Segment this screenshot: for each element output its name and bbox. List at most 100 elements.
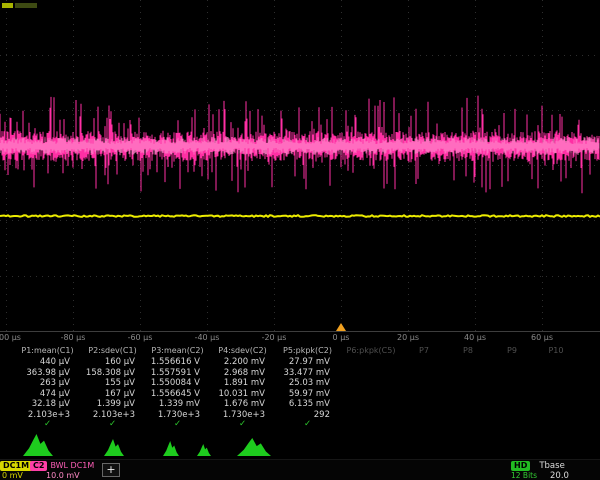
time-axis-label: 0 µs [333,333,350,342]
measure-header-2[interactable]: P2:sdev(C1) [80,345,145,357]
measure-value-cell [490,389,534,400]
measure-value-cell [340,378,402,389]
measure-value-cell: 2.103e+3 [15,410,80,421]
measure-table-row: 440 µV160 µV1.556616 V2.200 mV27.97 mV [0,357,600,368]
measure-table-header-row: P1:mean(C1)P2:sdev(C1)P3:mean(C2)P4:sdev… [0,345,600,357]
indicator-block [2,3,13,8]
c2-scale-value: 10.0 mV [30,471,94,480]
measure-value-cell: 440 µV [15,357,80,368]
waveform-display[interactable] [0,0,600,332]
measure-table-row: 32.18 µV1.399 µV1.339 mV1.676 mV6.135 mV [0,399,600,410]
measure-value-cell [340,368,402,379]
measure-value-cell: 2.200 mV [210,357,275,368]
measure-value-cell [534,357,578,368]
trigger-time-marker[interactable] [336,323,346,331]
indicator-block [15,3,37,8]
time-axis-label: -100 µs [0,333,21,342]
time-axis-label: 60 µs [531,333,553,342]
measure-value-cell [446,357,490,368]
waveform-svg [0,0,600,332]
measure-value-cell: 1.550084 V [145,378,210,389]
c2-descriptor[interactable]: C2BWL DC1M 10.0 mV [30,461,94,480]
measure-header-7[interactable]: P7 [402,345,446,357]
measure-value-cell: 155 µV [80,378,145,389]
histicon-svg [0,431,600,458]
measure-value-cell: 1.557591 V [145,368,210,379]
measure-value-cell: 1.676 mV [210,399,275,410]
measure-value-cell [534,378,578,389]
measure-value-cell [402,399,446,410]
histicon[interactable] [163,441,179,456]
measure-header-9[interactable]: P9 [490,345,534,357]
measure-header-1[interactable]: P1:mean(C1) [15,345,80,357]
measure-value-cell: 474 µV [15,389,80,400]
measure-value-cell: 158.308 µV [80,368,145,379]
measure-value-cell [402,389,446,400]
measure-value-cell [340,399,402,410]
measure-header-6[interactable]: P6:pkpk(C5) [340,345,402,357]
cursor-position-button[interactable]: + [102,463,120,477]
measure-value-cell: 59.97 mV [275,389,340,400]
c1-trace[interactable] [0,215,600,217]
measure-status-check: ✓ [15,420,80,429]
measure-value-cell: 1.730e+3 [145,410,210,421]
measure-value-cell: 6.135 mV [275,399,340,410]
measure-status-check: ✓ [275,420,340,429]
time-axis-label: -60 µs [128,333,153,342]
c2-coupling-label: BWL DC1M [47,461,94,470]
timebase-descriptor[interactable]: HDTbase 12 Bits20.0 [511,461,600,480]
c2-channel-badge: C2 [30,461,47,471]
measure-value-cell [490,368,534,379]
c2-trace[interactable] [0,96,599,194]
measure-value-cell: 1.399 µV [80,399,145,410]
histicon[interactable] [23,434,53,456]
measure-status-check [446,420,490,429]
measure-value-cell [402,378,446,389]
measure-header-10[interactable]: P10 [534,345,578,357]
measure-status-check [340,420,402,429]
measure-value-cell: 363.98 µV [15,368,80,379]
measure-value-cell [490,357,534,368]
time-axis-label: 40 µs [464,333,486,342]
measure-status-check: ✓ [80,420,145,429]
status-bar: DC1M 0 mV C2BWL DC1M 10.0 mV + HDTbase 1… [0,459,600,480]
measure-header-8[interactable]: P8 [446,345,490,357]
measure-header-5[interactable]: P5:pkpk(C2) [275,345,340,357]
measure-value-cell [340,389,402,400]
bit-resolution-label: 12 Bits [511,471,537,480]
timebase-scale-value: 20.0 [550,471,569,480]
measure-value-cell: 2.103e+3 [80,410,145,421]
measure-header-4[interactable]: P4:sdev(C2) [210,345,275,357]
measure-value-cell: 2.968 mV [210,368,275,379]
measure-status-check [402,420,446,429]
measure-status-check: ✓ [210,420,275,429]
oscilloscope-screen: -100 µs-80 µs-60 µs-40 µs-20 µs0 µs20 µs… [0,0,600,480]
c1-descriptor[interactable]: DC1M 0 mV [0,461,32,480]
measure-table-row: 474 µV167 µV1.556645 V10.031 mV59.97 mV [0,389,600,400]
measure-value-cell: 27.97 mV [275,357,340,368]
graticule [0,0,600,331]
measure-value-cell [534,410,578,421]
measure-value-cell: 1.556616 V [145,357,210,368]
measure-value-cell [446,389,490,400]
measure-table: P1:mean(C1)P2:sdev(C1)P3:mean(C2)P4:sdev… [0,345,600,429]
measure-value-cell [490,378,534,389]
measure-value-cell [402,410,446,421]
measure-value-cell: 10.031 mV [210,389,275,400]
measure-table-row: 263 µV155 µV1.550084 V1.891 mV25.03 mV [0,378,600,389]
measure-value-cell [402,357,446,368]
measure-value-cell: 263 µV [15,378,80,389]
measure-header-3[interactable]: P3:mean(C2) [145,345,210,357]
measure-value-cell: 167 µV [80,389,145,400]
measure-value-cell [446,399,490,410]
c1-offset-value: 0 mV [0,471,32,480]
measure-value-cell: 292 [275,410,340,421]
histicon[interactable] [197,444,211,456]
histicon[interactable] [237,438,271,456]
measure-table-row: 363.98 µV158.308 µV1.557591 V2.968 mV33.… [0,368,600,379]
measure-value-cell [446,378,490,389]
time-axis-label: -40 µs [195,333,220,342]
measure-value-cell: 160 µV [80,357,145,368]
top-left-indicator [2,3,39,9]
histicon[interactable] [104,439,124,456]
